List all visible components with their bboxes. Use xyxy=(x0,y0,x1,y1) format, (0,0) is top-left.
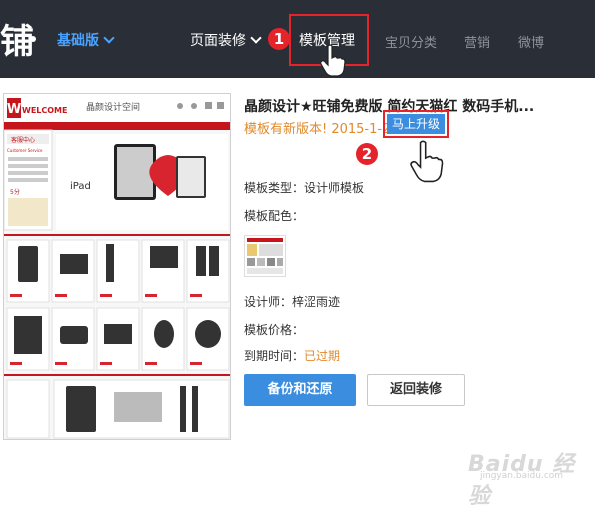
expire-row: 到期时间：已过期 xyxy=(244,347,340,364)
backup-restore-button[interactable]: 备份和还原 xyxy=(244,374,356,406)
designer-value: 梓涩雨迹 xyxy=(292,295,341,309)
chevron-down-icon xyxy=(250,32,262,44)
upgrade-now-button[interactable]: 马上升级 xyxy=(387,114,445,134)
step-2-badge: 2 xyxy=(356,143,378,165)
hand-cursor-icon xyxy=(410,140,444,183)
nav-page-decoration[interactable]: 页面装修 xyxy=(190,30,262,50)
nav-marketing[interactable]: 营销 xyxy=(464,32,490,51)
chevron-down-icon xyxy=(103,32,115,44)
new-version-notice: 模板有新版本! 2015-1-24 xyxy=(244,122,399,137)
nav-page-decoration-label: 页面装修 xyxy=(190,33,246,49)
designer-label: 设计师： xyxy=(244,295,293,309)
top-navbar: 铺 基础版 页面装修 模板管理 宝贝分类 营销 微博 1 xyxy=(0,0,595,78)
brand-glyph: 铺 xyxy=(0,22,34,62)
color-scheme-swatch[interactable] xyxy=(244,235,286,277)
svg-text:W: W xyxy=(7,102,21,117)
template-price-label: 模板价格： xyxy=(244,323,305,337)
nav-item-categories[interactable]: 宝贝分类 xyxy=(385,32,437,51)
template-color-label: 模板配色： xyxy=(244,209,305,223)
preview-logo-text: WELCOME xyxy=(22,106,67,115)
return-to-decoration-button[interactable]: 返回装修 xyxy=(367,374,465,406)
designer-row: 设计师：梓涩雨迹 xyxy=(244,293,340,310)
template-type-value: 设计师模板 xyxy=(304,181,365,195)
template-preview-thumbnail[interactable]: W WELCOME 晶颜设计空间 客服中心 Customer Service 5… xyxy=(3,93,231,440)
preview-shop-name: 晶颜设计空间 xyxy=(86,101,140,113)
edition-label: 基础版 xyxy=(57,33,99,49)
preview-service-sub: Customer Service xyxy=(7,148,43,153)
template-preview-image: W WELCOME 晶颜设计空间 客服中心 Customer Service 5… xyxy=(4,94,230,439)
nav-weibo[interactable]: 微博 xyxy=(518,32,544,51)
hand-cursor-icon xyxy=(320,44,346,77)
baidu-watermark-url: jingyan.baidu.com xyxy=(480,471,564,481)
edition-dropdown[interactable]: 基础版 xyxy=(57,30,115,50)
brand-dot xyxy=(30,36,36,42)
color-scheme-thumbnail xyxy=(245,236,285,276)
expire-value: 已过期 xyxy=(304,349,341,363)
preview-ipad-label: iPad xyxy=(70,181,91,192)
template-type-label: 模板类型： xyxy=(244,181,305,195)
preview-score: 5分 xyxy=(10,188,20,196)
step-1-badge: 1 xyxy=(268,28,290,50)
template-type-row: 模板类型：设计师模板 xyxy=(244,179,364,196)
expire-label: 到期时间： xyxy=(244,349,305,363)
preview-service: 客服中心 xyxy=(11,136,35,144)
